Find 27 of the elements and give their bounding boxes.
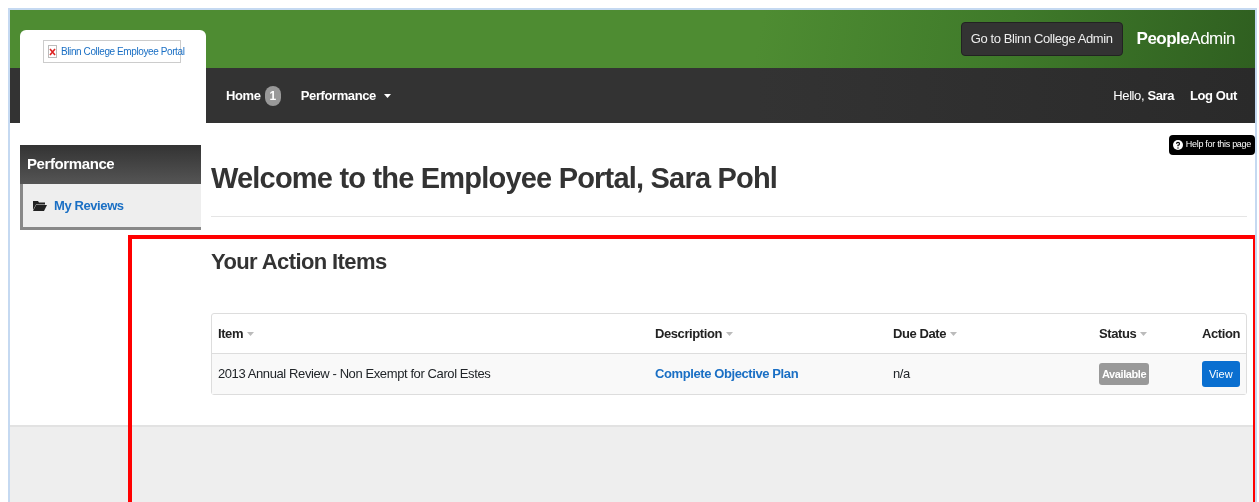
table-cell-text: n/a <box>892 365 911 384</box>
logout-link[interactable]: Log Out <box>1189 85 1237 106</box>
view-button[interactable]: View <box>1201 360 1240 388</box>
nav-link[interactable]: Home 1 <box>226 85 281 106</box>
nav-link[interactable]: Performance <box>300 85 391 106</box>
column-header[interactable]: Status <box>1098 323 1137 344</box>
column-header: Action <box>1201 324 1240 343</box>
section-title: Your Action Items <box>210 248 388 276</box>
brand-logo: PeopleAdmin <box>1136 28 1235 51</box>
logo-alt-text: Blinn College Employee Portal <box>61 45 185 59</box>
column-header[interactable]: Item <box>217 323 244 344</box>
table-cell-text: 2013 Annual Review - Non Exempt for Carol Estes <box>217 365 492 384</box>
status-badge: Available <box>1098 362 1150 386</box>
caret-icon <box>383 93 391 98</box>
admin-button[interactable]: Go to Blinn College Admin <box>960 22 1123 56</box>
greeting-text: Hello, Sara <box>1113 86 1174 105</box>
help-icon <box>1172 139 1183 150</box>
broken-image-icon <box>48 45 57 58</box>
sidebar-title: Performance <box>20 145 201 184</box>
help-button[interactable]: Help for this page <box>1168 135 1255 155</box>
column-header[interactable]: Due Date <box>892 323 947 344</box>
count-badge: 1 <box>264 85 281 106</box>
column-header[interactable]: Description <box>654 323 723 344</box>
folder-icon <box>33 199 47 211</box>
page-title: Welcome to the Employee Portal, Sara Pohl <box>210 161 1247 217</box>
sidebar-item[interactable]: My Reviews <box>20 183 201 230</box>
description-link[interactable]: Complete Objective Plan <box>654 366 799 382</box>
